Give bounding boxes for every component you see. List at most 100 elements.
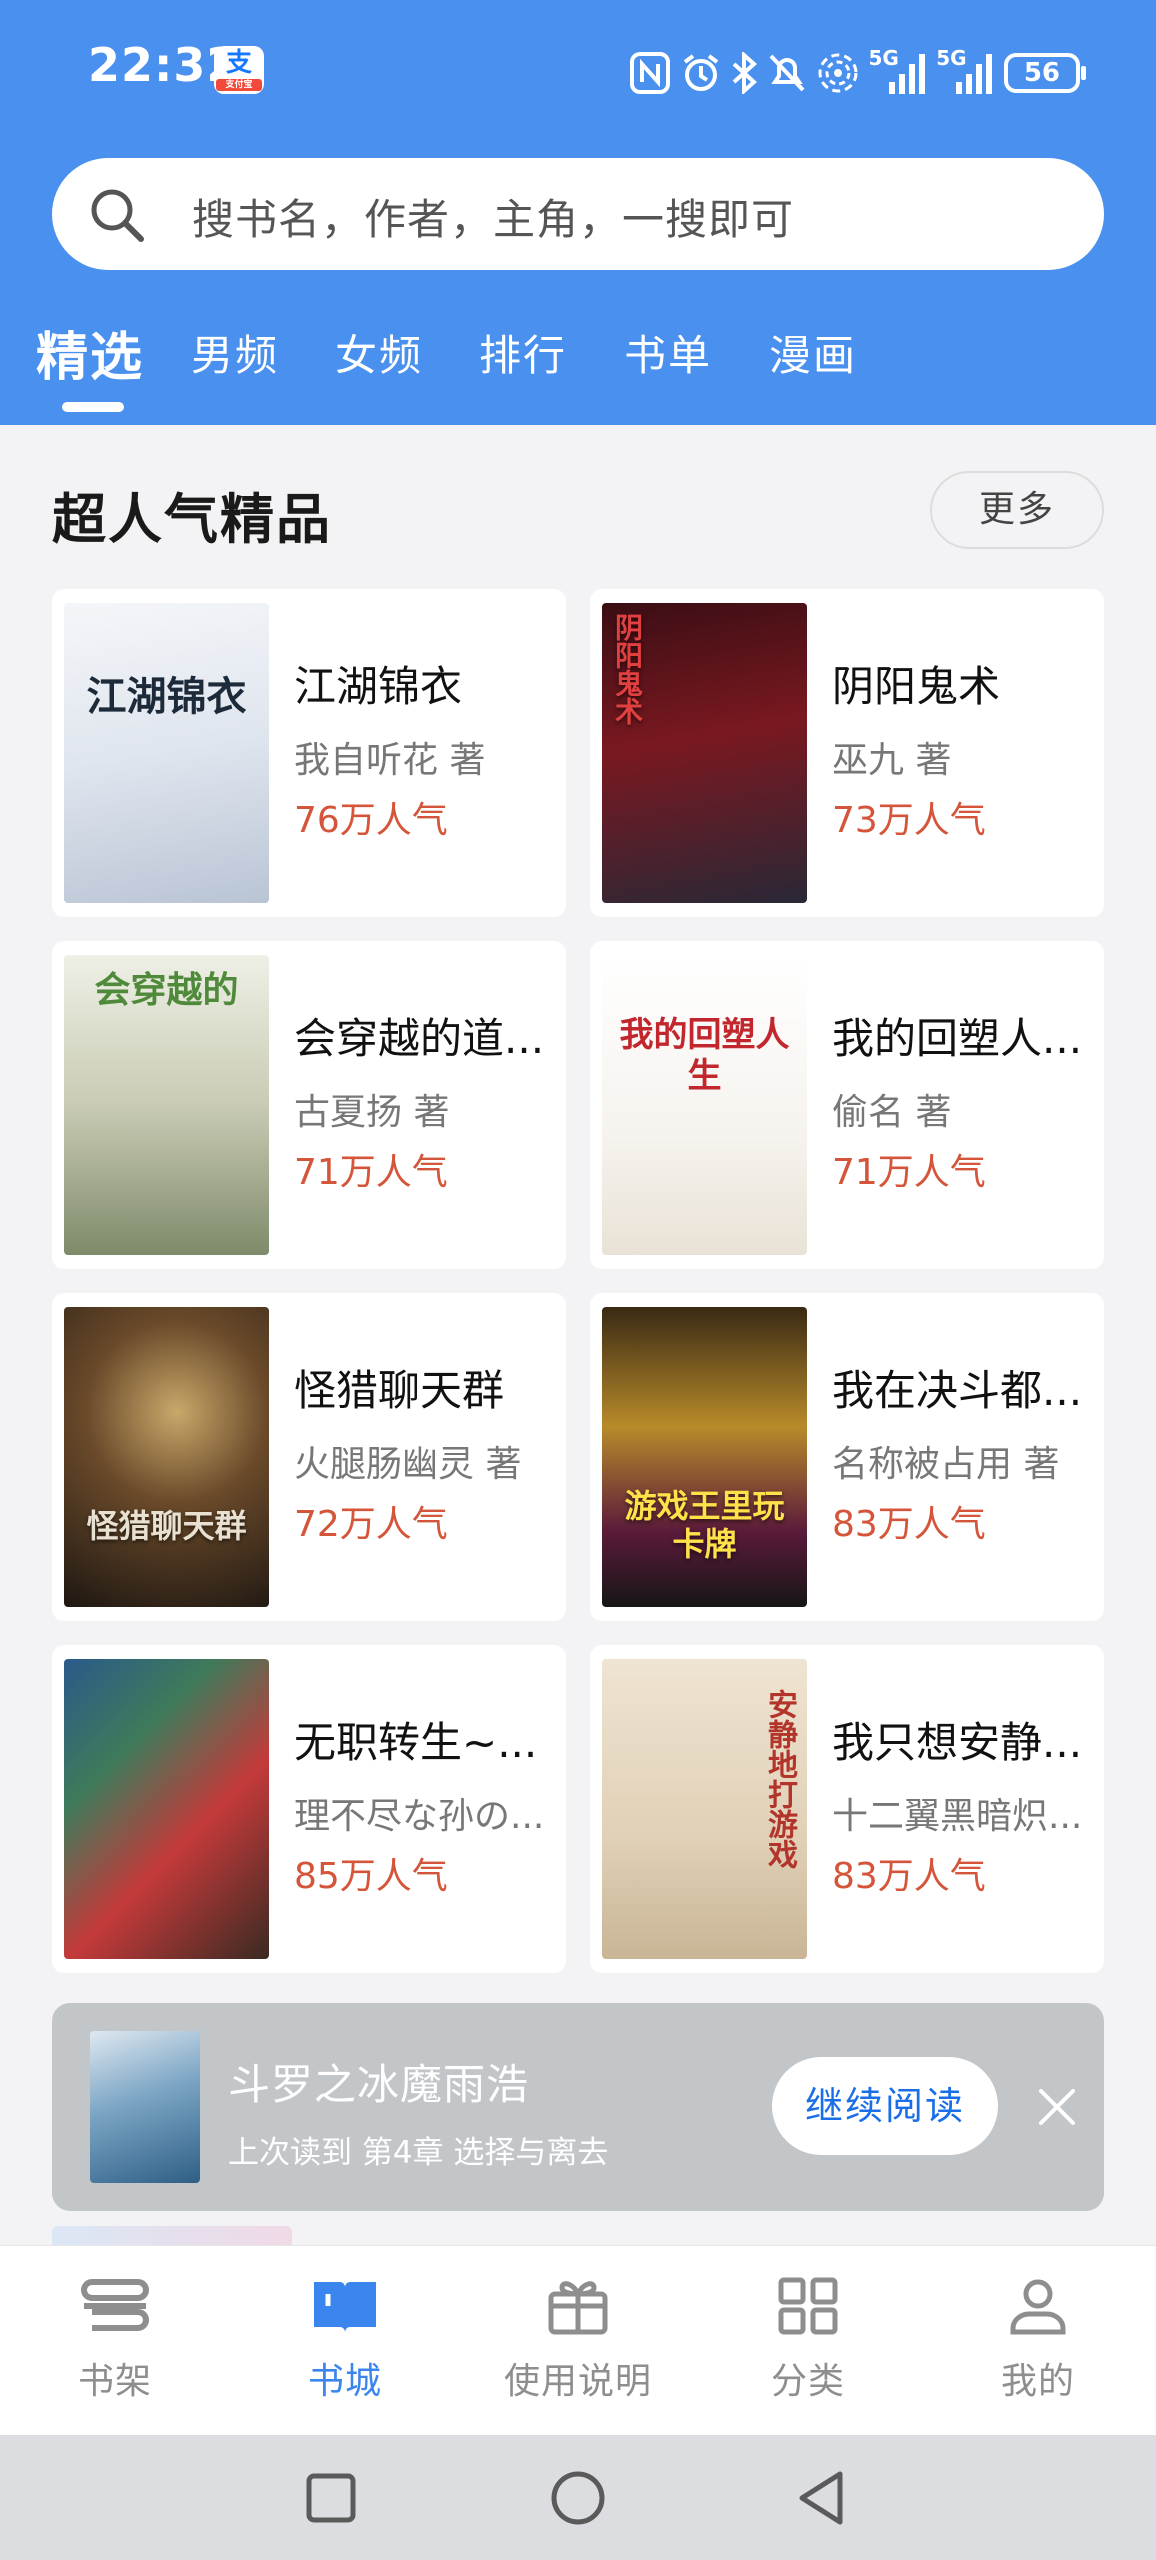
- book-author: 火腿肠幽灵 著: [294, 1444, 522, 1485]
- alipay-badge-glyph: 支: [225, 48, 252, 78]
- bottom-nav: 书架 书城 使用说明 分类 我的: [0, 2245, 1156, 2435]
- nav-label: 书架: [77, 2361, 152, 2402]
- book-card[interactable]: 阴阳鬼术 阴阳鬼术 巫九 著 73万人气: [590, 589, 1104, 917]
- book-author: 理不尽な孙の...: [294, 1796, 545, 1837]
- tab-female[interactable]: 女频: [335, 322, 423, 383]
- active-tab-indicator: [62, 402, 124, 412]
- alipay-badge-sub: 支付宝: [216, 79, 262, 91]
- cover-title: 游戏王里玩卡牌: [624, 1487, 785, 1564]
- book-card[interactable]: 会穿越的 会穿越的道... 古夏扬 著 71万人气: [52, 941, 566, 1269]
- continue-reading-banner[interactable]: 斗罗之冰魔雨浩 上次读到 第4章 选择与离去 继续阅读: [52, 2003, 1104, 2211]
- search-bar[interactable]: 搜书名，作者，主角，一搜即可: [52, 158, 1104, 270]
- cover-title: 我的回塑人生: [619, 1015, 790, 1096]
- battery-icon: 56: [1003, 53, 1086, 93]
- signal-1: 5G: [869, 46, 927, 96]
- book-cover: 怪猎聊天群: [64, 1307, 269, 1607]
- cover-title: 江湖锦衣: [86, 674, 247, 720]
- book-card[interactable]: 江湖锦衣 江湖锦衣 我自听花 著 76万人气: [52, 589, 566, 917]
- resume-progress: 上次读到 第4章 选择与离去: [228, 2135, 609, 2171]
- hotspot-icon: [818, 53, 858, 93]
- resume-book-title: 斗罗之冰魔雨浩: [228, 2060, 530, 2109]
- signal-2: 5G: [936, 46, 994, 96]
- book-popularity: 72万人气: [294, 1504, 448, 1545]
- book-open-icon: [314, 2282, 376, 2332]
- book-cover: 江湖锦衣: [64, 603, 269, 903]
- signal-icon: [956, 54, 993, 94]
- system-nav-bar: [0, 2435, 1156, 2560]
- nav-profile[interactable]: 我的: [938, 2276, 1138, 2426]
- book-author: 名称被占用 著: [832, 1444, 1060, 1485]
- book-author: 巫九 著: [832, 740, 952, 781]
- nav-bookstore[interactable]: 书城: [245, 2276, 445, 2426]
- back-icon[interactable]: [796, 2470, 846, 2526]
- book-cover: 游戏王里玩卡牌: [602, 1307, 807, 1607]
- bookshelf-icon: [81, 2279, 149, 2331]
- book-title: 无职转生~...: [294, 1718, 538, 1767]
- nav-instructions[interactable]: 使用说明: [478, 2276, 678, 2426]
- category-tabs: 精选 男频 女频 排行 书单 漫画: [36, 310, 1136, 412]
- main-content: 超人气精品 更多 江湖锦衣 江湖锦衣 我自听花 著 76万人气 阴阳鬼术 阴阳鬼…: [0, 425, 1156, 2248]
- book-cover: [64, 1659, 269, 1959]
- book-card[interactable]: 安静地打游戏 我只想安静... 十二翼黑暗炽... 83万人气: [590, 1645, 1104, 1973]
- book-author: 偷名 著: [832, 1092, 952, 1133]
- cover-title: 会穿越的: [94, 970, 239, 1011]
- nfc-icon: [630, 52, 670, 94]
- alarm-icon: [683, 54, 718, 91]
- book-title: 阴阳鬼术: [832, 662, 1001, 711]
- nav-categories[interactable]: 分类: [708, 2276, 908, 2426]
- book-author: 古夏扬 著: [294, 1092, 450, 1133]
- close-icon[interactable]: [1037, 2087, 1077, 2127]
- book-title: 我在决斗都...: [832, 1366, 1083, 1415]
- book-title: 我的回塑人...: [832, 1014, 1083, 1063]
- book-popularity: 83万人气: [832, 1504, 986, 1545]
- book-card[interactable]: 怪猎聊天群 怪猎聊天群 火腿肠幽灵 著 72万人气: [52, 1293, 566, 1621]
- book-title: 江湖锦衣: [294, 662, 463, 711]
- person-icon: [1010, 2279, 1066, 2335]
- book-popularity: 71万人气: [832, 1152, 986, 1193]
- book-popularity: 76万人气: [294, 800, 448, 841]
- cover-title: 安静地打游戏: [762, 1689, 797, 1869]
- battery-tip: [1080, 66, 1086, 80]
- status-icons: 5G 5G 56: [630, 42, 1086, 104]
- bluetooth-icon: [733, 52, 758, 94]
- mute-icon: [769, 54, 805, 92]
- nav-label: 我的: [1000, 2361, 1075, 2402]
- book-popularity: 83万人气: [832, 1856, 986, 1897]
- grid-icon: [778, 2277, 838, 2335]
- tab-booklist[interactable]: 书单: [624, 322, 712, 383]
- nav-bookshelf[interactable]: 书架: [15, 2276, 215, 2426]
- section-title: 超人气精品: [52, 488, 332, 551]
- home-icon[interactable]: [550, 2470, 606, 2526]
- cover-title: 怪猎聊天群: [86, 1507, 247, 1545]
- cover-title: 阴阳鬼术: [611, 613, 644, 725]
- more-button[interactable]: 更多: [930, 471, 1104, 549]
- book-popularity: 71万人气: [294, 1152, 448, 1193]
- book-title: 怪猎聊天群: [294, 1366, 505, 1415]
- book-title: 会穿越的道...: [294, 1014, 545, 1063]
- status-bar: 22:32 支 支付宝 5G 5G 56: [0, 0, 1156, 145]
- recent-apps-icon[interactable]: [306, 2473, 356, 2523]
- book-card[interactable]: 我的回塑人生 我的回塑人... 偷名 著 71万人气: [590, 941, 1104, 1269]
- tab-featured[interactable]: 精选: [36, 315, 144, 390]
- book-popularity: 73万人气: [832, 800, 986, 841]
- signal-icon: [888, 54, 925, 94]
- book-author: 十二翼黑暗炽...: [832, 1796, 1083, 1837]
- book-cover: 阴阳鬼术: [602, 603, 807, 903]
- book-title: 我只想安静...: [832, 1718, 1083, 1767]
- nav-label: 书城: [307, 2361, 382, 2402]
- book-cover: 我的回塑人生: [602, 955, 807, 1255]
- gift-icon: [548, 2281, 608, 2335]
- tab-male[interactable]: 男频: [191, 322, 279, 383]
- continue-reading-button[interactable]: 继续阅读: [772, 2057, 998, 2155]
- book-card[interactable]: 游戏王里玩卡牌 我在决斗都... 名称被占用 著 83万人气: [590, 1293, 1104, 1621]
- resume-book-cover: [90, 2031, 200, 2183]
- nav-label: 使用说明: [503, 2361, 652, 2402]
- tab-comics[interactable]: 漫画: [769, 322, 857, 383]
- search-icon: [91, 189, 144, 242]
- search-placeholder: 搜书名，作者，主角，一搜即可: [192, 195, 795, 244]
- battery-level: 56: [1023, 58, 1061, 88]
- book-cover: 安静地打游戏: [602, 1659, 807, 1959]
- book-card[interactable]: 无职转生~... 理不尽な孙の... 85万人气: [52, 1645, 566, 1973]
- tab-ranking[interactable]: 排行: [479, 322, 567, 383]
- book-author: 我自听花 著: [294, 740, 486, 781]
